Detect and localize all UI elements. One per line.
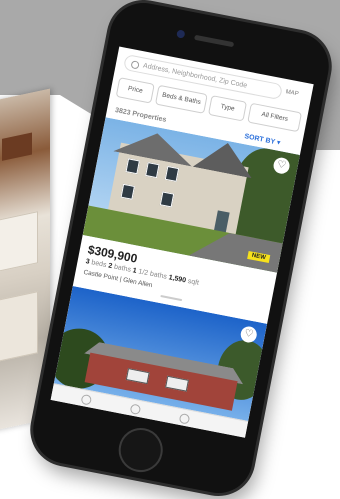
window	[159, 191, 175, 208]
front-camera	[176, 29, 186, 39]
sqft-label: sqft	[187, 277, 200, 288]
tab-search-icon[interactable]	[80, 393, 93, 406]
beds-count: 3	[84, 258, 91, 266]
window	[120, 183, 135, 200]
map-button[interactable]: MAP	[285, 89, 299, 97]
half-baths-label: 1/2 baths	[137, 268, 168, 281]
sqft-value: 1,590	[168, 274, 187, 285]
filter-price-button[interactable]: Price	[115, 77, 155, 104]
tab-saved-icon[interactable]	[129, 403, 142, 416]
cabinet-shape	[0, 291, 38, 362]
tab-account-icon[interactable]	[178, 412, 191, 425]
half-baths-count: 1	[132, 267, 138, 275]
earpiece-speaker	[193, 34, 235, 48]
baths-label: baths	[113, 263, 132, 274]
home-button[interactable]	[114, 424, 167, 476]
search-icon	[130, 60, 140, 70]
card-divider	[160, 294, 183, 302]
window	[145, 162, 160, 179]
beds-label: beds	[90, 259, 107, 270]
window	[164, 165, 180, 182]
baths-count: 2	[107, 262, 113, 271]
filter-all-button[interactable]: All Filters	[247, 102, 303, 133]
filter-type-button[interactable]: Type	[207, 95, 248, 122]
filter-beds-baths-button[interactable]: Beds & Baths	[154, 84, 208, 114]
cabinet-shape	[2, 132, 32, 161]
window	[125, 158, 140, 175]
cabinet-shape	[0, 211, 38, 272]
